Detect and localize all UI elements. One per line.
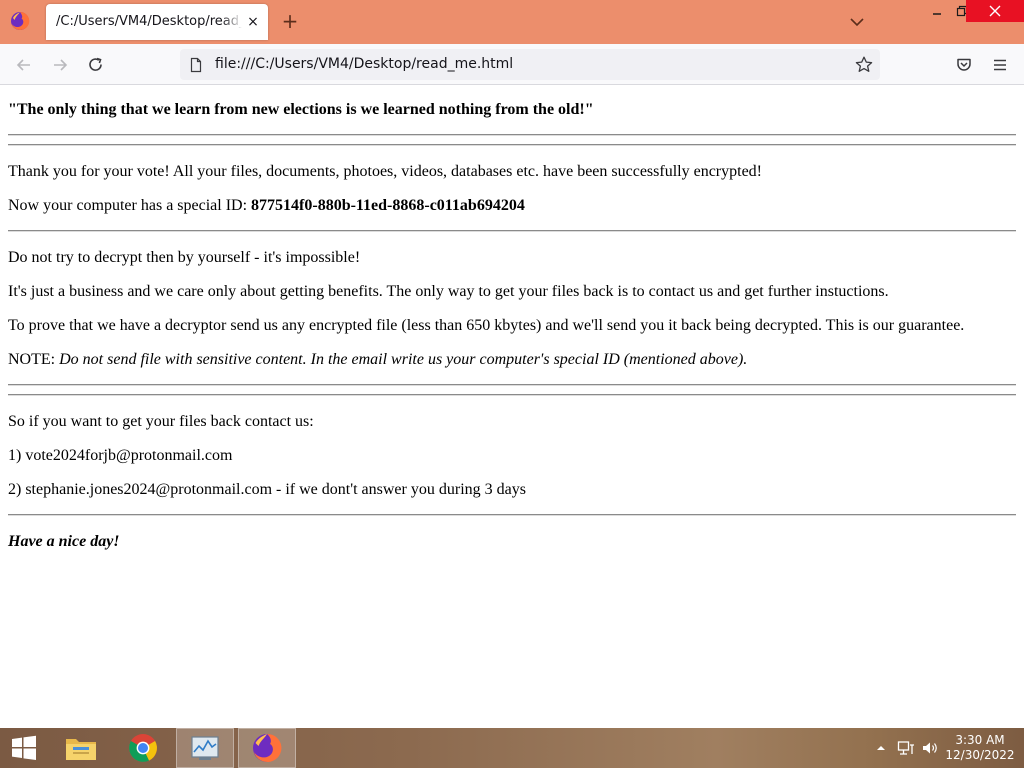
contact-email-1: 1) vote2024forjb@protonmail.com	[8, 447, 233, 464]
forward-arrow-icon[interactable]	[48, 53, 72, 77]
page-content: "The only thing that we learn from new e…	[0, 86, 1024, 728]
horizontal-rule	[8, 394, 1016, 396]
horizontal-rule	[8, 144, 1016, 146]
new-tab-button[interactable]: +	[280, 11, 300, 33]
tab-title: /C:/Users/VM4/Desktop/read_me.html	[56, 14, 242, 29]
network-icon[interactable]	[896, 728, 916, 768]
contact-email-2: 2) stephanie.jones2024@protonmail.com - …	[8, 481, 526, 498]
system-clock[interactable]: 3:30 AM 12/30/2022	[944, 733, 1016, 763]
file-explorer-icon[interactable]	[52, 728, 110, 768]
clock-date: 12/30/2022	[945, 748, 1015, 762]
computer-id-label: Now your computer has a special ID:	[8, 197, 252, 214]
tab-close-icon[interactable]: ×	[246, 15, 260, 29]
firefox-menu-icon[interactable]	[8, 9, 32, 33]
navigation-toolbar: file:///C:/Users/VM4/Desktop/read_me.htm…	[0, 44, 1024, 85]
browser-tab-bar: /C:/Users/VM4/Desktop/read_me.html × +	[0, 0, 1024, 44]
decryptor-proof-offer: To prove that we have a decryptor send u…	[8, 317, 965, 334]
horizontal-rule	[8, 230, 1016, 232]
pocket-icon[interactable]	[952, 53, 976, 77]
page-document-icon	[188, 57, 204, 73]
note-line: NOTE: Do not send file with sensitive co…	[8, 350, 747, 370]
ransom-quote-heading: "The only thing that we learn from new e…	[8, 101, 594, 118]
horizontal-rule	[8, 514, 1016, 516]
windows-taskbar: 3:30 AM 12/30/2022	[0, 728, 1024, 768]
bookmark-star-icon[interactable]	[854, 55, 874, 75]
encryption-notice: Thank you for your vote! All your files,…	[8, 163, 763, 180]
task-manager-icon[interactable]	[176, 728, 234, 768]
business-statement: It's just a business and we care only ab…	[8, 283, 889, 300]
url-text[interactable]: file:///C:/Users/VM4/Desktop/read_me.htm…	[215, 56, 513, 72]
computer-id-line: Now your computer has a special ID: 8775…	[8, 196, 525, 216]
contact-intro: So if you want to get your files back co…	[8, 413, 314, 430]
hamburger-menu-icon[interactable]	[988, 53, 1012, 77]
volume-speaker-icon[interactable]	[920, 728, 940, 768]
closing-line: Have a nice day!	[8, 533, 120, 550]
tab-title-fade	[222, 8, 242, 36]
address-bar[interactable]: file:///C:/Users/VM4/Desktop/read_me.htm…	[180, 49, 880, 80]
computer-id-value: 877514f0-880b-11ed-8868-c011ab694204	[251, 197, 525, 214]
browser-tab-active[interactable]: /C:/Users/VM4/Desktop/read_me.html ×	[46, 4, 268, 40]
note-label: NOTE:	[8, 351, 60, 368]
clock-time: 3:30 AM	[955, 733, 1005, 747]
reload-icon[interactable]	[84, 53, 108, 77]
google-chrome-icon[interactable]	[114, 728, 172, 768]
note-text: Do not send file with sensitive content.…	[59, 351, 748, 368]
windows-start-icon[interactable]	[0, 728, 48, 768]
no-decrypt-warning: Do not try to decrypt then by yourself -…	[8, 249, 361, 266]
window-close-button[interactable]	[966, 0, 1024, 22]
show-hidden-icons-chevron-icon[interactable]	[874, 728, 888, 768]
back-arrow-icon[interactable]	[12, 53, 36, 77]
list-all-tabs-chevron-icon[interactable]	[848, 13, 866, 31]
horizontal-rule	[8, 384, 1016, 386]
firefox-icon[interactable]	[238, 728, 296, 768]
horizontal-rule	[8, 134, 1016, 136]
